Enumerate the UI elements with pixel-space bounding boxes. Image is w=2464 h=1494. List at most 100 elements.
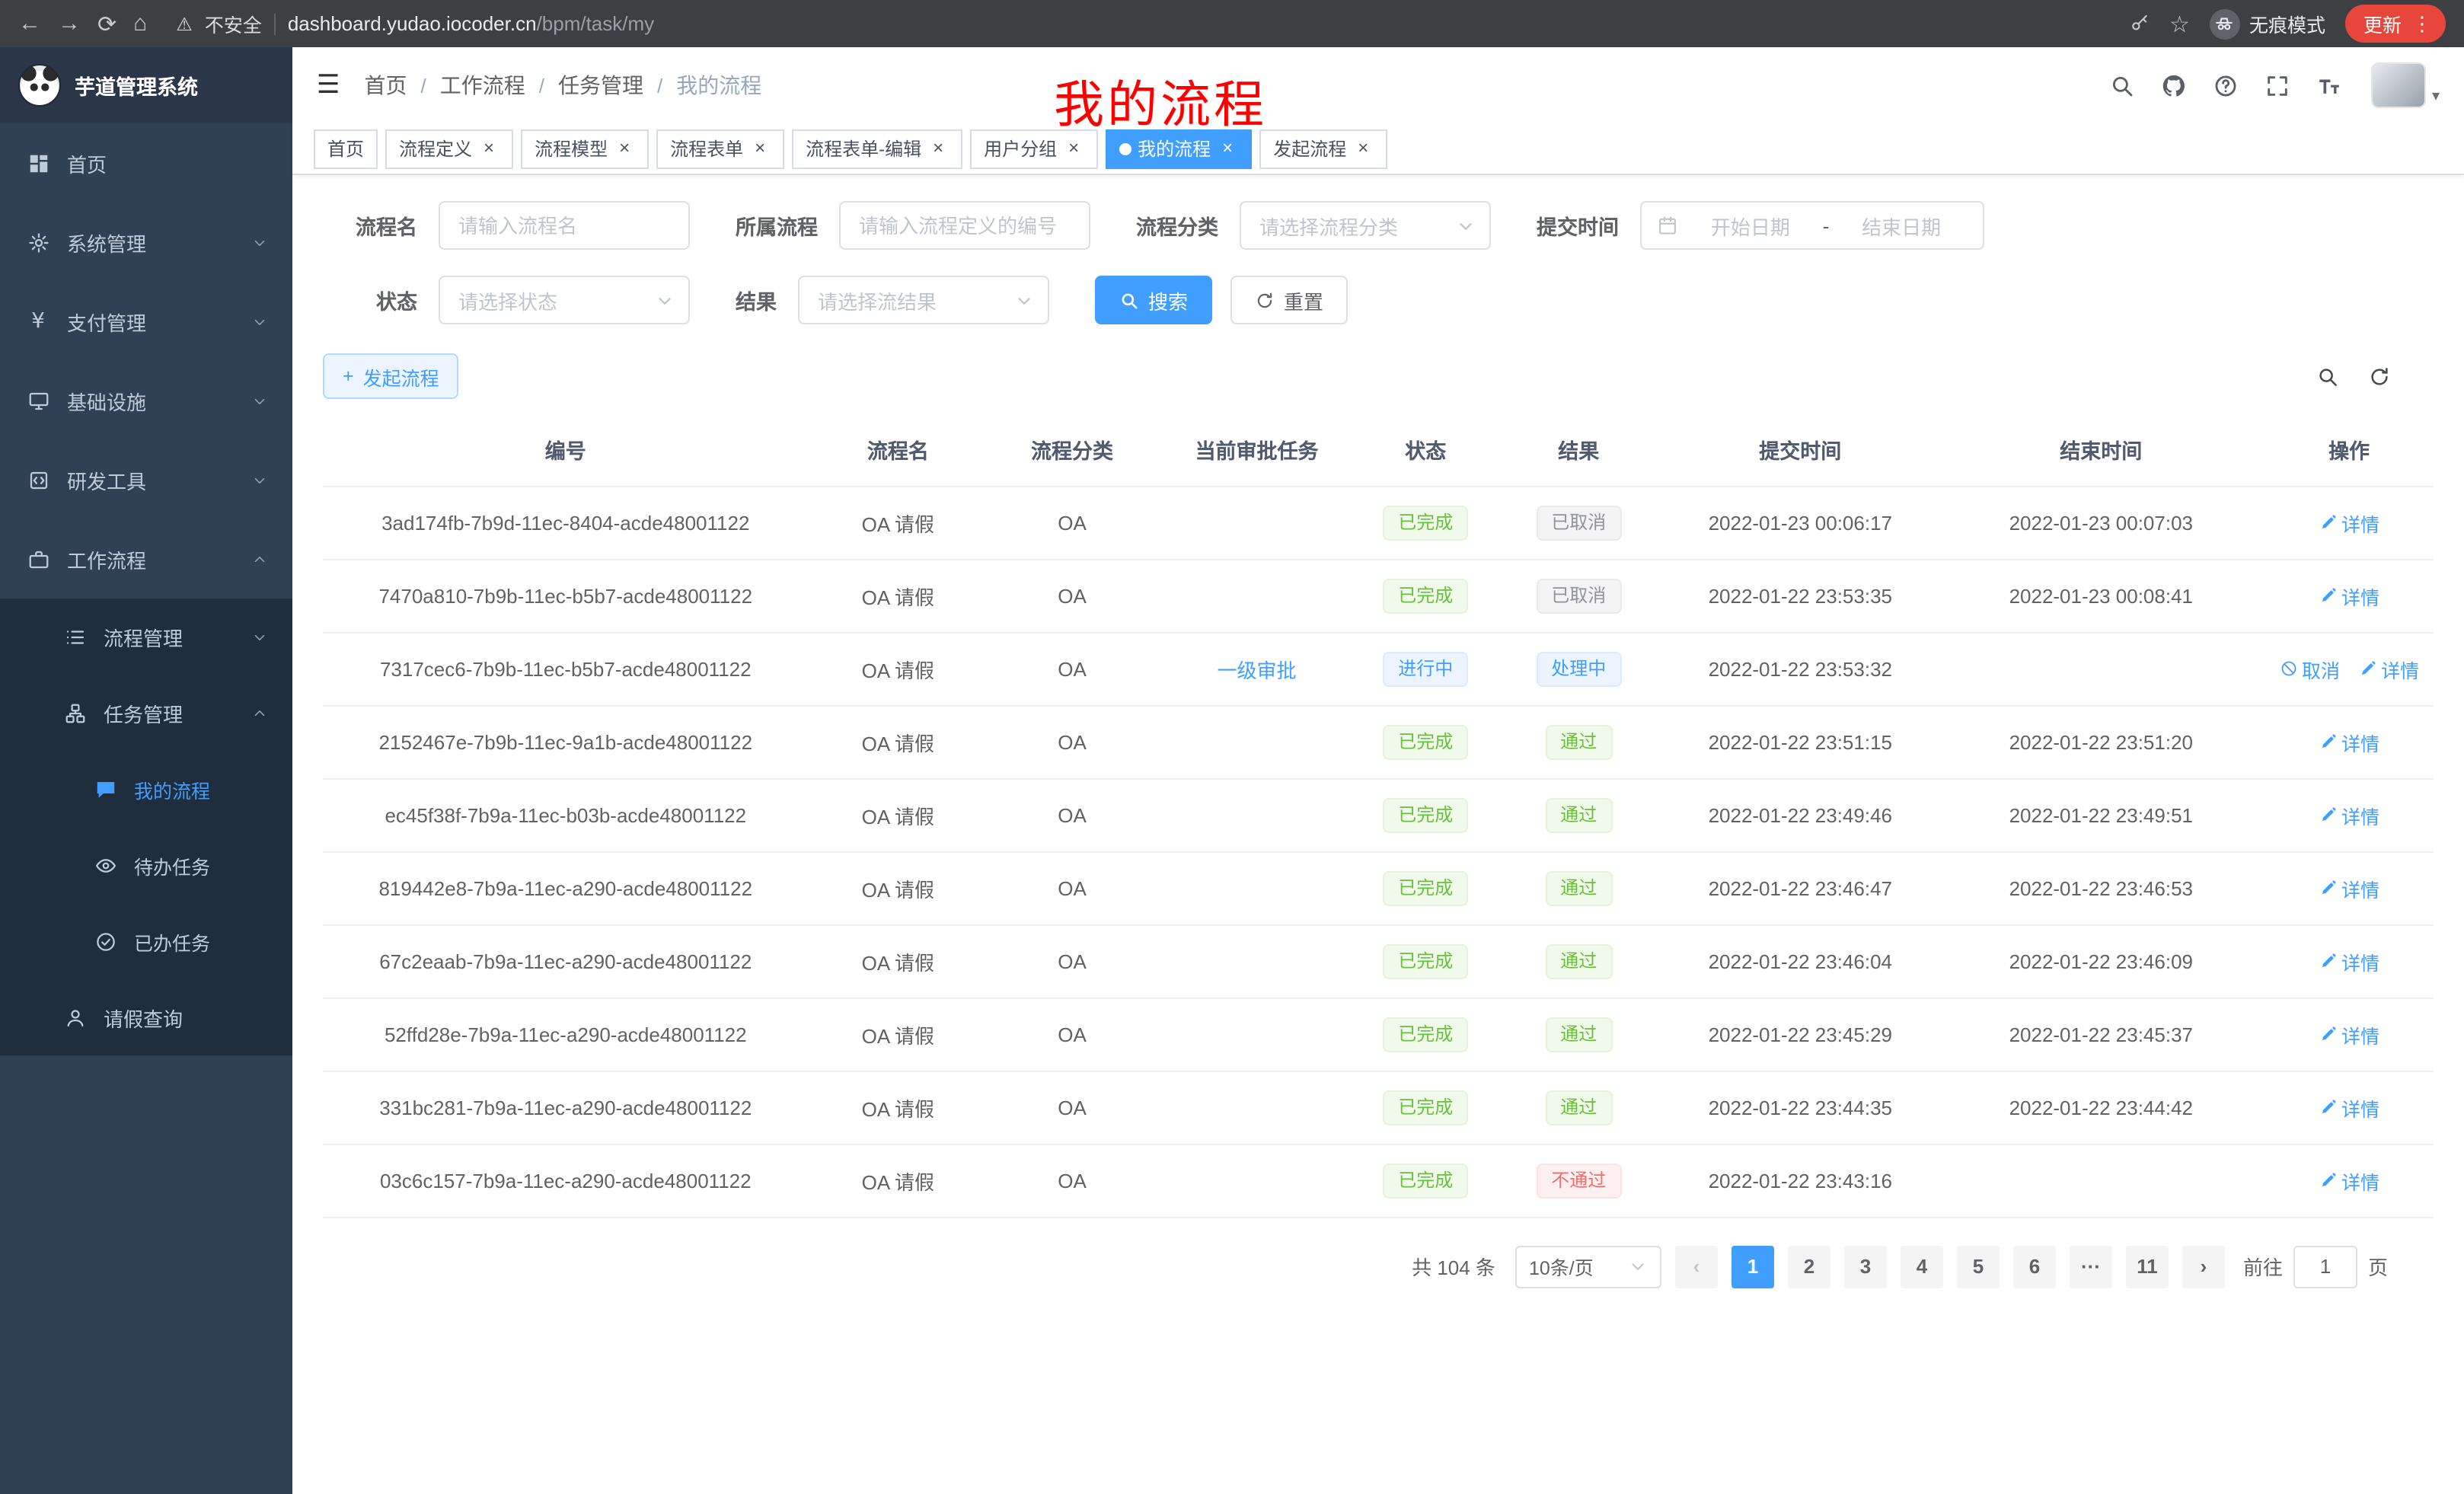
tab-0[interactable]: 首页: [314, 129, 378, 168]
fullscreen-icon[interactable]: [2265, 72, 2290, 98]
close-icon[interactable]: ×: [1217, 138, 1238, 159]
menu-dots-icon[interactable]: ⋮: [2412, 11, 2432, 36]
cell-submit-time: 2022-01-22 23:45:29: [1663, 998, 1937, 1071]
reset-button[interactable]: 重置: [1230, 276, 1348, 324]
tab-2[interactable]: 流程模型×: [521, 129, 649, 168]
sidebar-item-label: 流程管理: [104, 622, 236, 651]
detail-link[interactable]: 详情: [2358, 654, 2419, 683]
page-size-select[interactable]: 10条/页: [1515, 1245, 1661, 1288]
update-label: 更新: [2363, 9, 2402, 38]
close-icon[interactable]: ×: [927, 138, 949, 159]
star-icon[interactable]: ☆: [2169, 10, 2190, 37]
breadcrumb-item[interactable]: 工作流程: [440, 70, 525, 101]
detail-link[interactable]: 详情: [2319, 727, 2379, 756]
cell-category: OA: [988, 924, 1157, 998]
forward-icon[interactable]: →: [58, 11, 81, 37]
cell-status: 进行中: [1357, 632, 1494, 705]
cancel-link[interactable]: 取消: [2279, 654, 2340, 683]
search-icon[interactable]: [2109, 72, 2135, 98]
breadcrumb: 首页/工作流程/任务管理/我的流程: [365, 70, 762, 101]
detail-link[interactable]: 详情: [2319, 873, 2379, 902]
page-button-2[interactable]: 2: [1788, 1245, 1830, 1288]
cell-actions: 详情: [2265, 851, 2434, 924]
gear-icon: [24, 231, 52, 254]
sidebar-item-payment-management[interactable]: ¥支付管理: [0, 282, 292, 361]
detail-link[interactable]: 详情: [2319, 947, 2379, 975]
tab-1[interactable]: 流程定义×: [385, 129, 513, 168]
close-icon[interactable]: ×: [614, 138, 635, 159]
tab-7[interactable]: 发起流程×: [1259, 129, 1387, 168]
address-bar[interactable]: ⚠ 不安全 dashboard.yudao.iocoder.cn/bpm/tas…: [176, 9, 654, 38]
tab-5[interactable]: 用户分组×: [970, 129, 1098, 168]
detail-link[interactable]: 详情: [2319, 508, 2379, 537]
cell-result: 通过: [1494, 705, 1663, 778]
prev-page-button[interactable]: ‹: [1675, 1245, 1718, 1288]
close-icon[interactable]: ×: [749, 138, 771, 159]
column-header-5: 结果: [1494, 413, 1663, 486]
status-select[interactable]: 请选择状态: [439, 276, 690, 324]
page-button-3[interactable]: 3: [1844, 1245, 1887, 1288]
sidebar-item-my-process[interactable]: 我的流程: [0, 751, 292, 827]
create-process-button[interactable]: + 发起流程: [323, 353, 459, 399]
process-definition-input[interactable]: [839, 201, 1090, 250]
user-menu[interactable]: ▾: [2371, 62, 2440, 108]
logo[interactable]: 芋道管理系统: [0, 47, 292, 123]
cell-category: OA: [988, 778, 1157, 851]
detail-link[interactable]: 详情: [2319, 1020, 2379, 1049]
detail-link[interactable]: 详情: [2319, 1166, 2379, 1195]
avatar[interactable]: [2371, 62, 2426, 108]
cell-status: 已完成: [1357, 1144, 1494, 1217]
reload-icon[interactable]: ⟳: [97, 10, 116, 37]
sidebar-item-home[interactable]: 首页: [0, 123, 292, 203]
sidebar-item-process-management[interactable]: 流程管理: [0, 599, 292, 675]
sidebar-item-todo-task[interactable]: 待办任务: [0, 827, 292, 903]
breadcrumb-item[interactable]: 首页: [365, 70, 407, 101]
close-icon[interactable]: ×: [478, 138, 500, 159]
page-button-4[interactable]: 4: [1901, 1245, 1943, 1288]
sidebar-item-infrastructure[interactable]: 基础设施: [0, 361, 292, 440]
current-task-link[interactable]: 一级审批: [1218, 659, 1297, 682]
github-icon[interactable]: [2161, 72, 2187, 98]
refresh-table-icon[interactable]: [2368, 365, 2391, 388]
home-icon[interactable]: ⌂: [133, 11, 147, 37]
sidebar-item-dev-tools[interactable]: 研发工具: [0, 440, 292, 519]
more-pages-icon[interactable]: ···: [2070, 1245, 2112, 1288]
sidebar-item-system-management[interactable]: 系统管理: [0, 203, 292, 282]
tab-4[interactable]: 流程表单-编辑×: [792, 129, 962, 168]
page-button-6[interactable]: 6: [2013, 1245, 2056, 1288]
sidebar-item-label: 首页: [67, 148, 268, 177]
result-tag: 通过: [1545, 943, 1612, 978]
page-body: 芋道管理系统 首页系统管理¥支付管理基础设施研发工具工作流程流程管理任务管理我的…: [0, 47, 2464, 1494]
font-size-icon[interactable]: [2316, 72, 2342, 98]
sidebar-item-done-task[interactable]: 已办任务: [0, 903, 292, 979]
submit-time-range-picker[interactable]: 开始日期 - 结束日期: [1640, 201, 1984, 250]
back-icon[interactable]: ←: [18, 11, 41, 37]
update-button[interactable]: 更新 ⋮: [2345, 5, 2446, 43]
breadcrumb-item[interactable]: 任务管理: [558, 70, 643, 101]
page-button-11[interactable]: 11: [2126, 1245, 2169, 1288]
sidebar-item-workflow[interactable]: 工作流程: [0, 519, 292, 599]
tab-6[interactable]: 我的流程×: [1106, 129, 1252, 168]
goto-page-input[interactable]: [2293, 1245, 2357, 1288]
close-icon[interactable]: ×: [1063, 138, 1084, 159]
page-button-1[interactable]: 1: [1732, 1245, 1774, 1288]
detail-link[interactable]: 详情: [2319, 581, 2379, 610]
category-select[interactable]: 请选择流程分类: [1240, 201, 1491, 250]
detail-link[interactable]: 详情: [2319, 1093, 2379, 1122]
help-icon[interactable]: [2213, 72, 2239, 98]
search-button[interactable]: 搜索: [1095, 276, 1212, 324]
page-button-5[interactable]: 5: [1957, 1245, 2000, 1288]
sidebar-toggle-icon[interactable]: ☰: [317, 70, 340, 101]
sidebar-item-task-management[interactable]: 任务管理: [0, 675, 292, 751]
detail-link[interactable]: 详情: [2319, 800, 2379, 829]
close-icon[interactable]: ×: [1352, 138, 1374, 159]
key-icon[interactable]: [2128, 13, 2150, 34]
tab-3[interactable]: 流程表单×: [656, 129, 784, 168]
search-toggle-icon[interactable]: [2316, 365, 2339, 388]
process-name-input[interactable]: [439, 201, 690, 250]
next-page-button[interactable]: ›: [2182, 1245, 2225, 1288]
result-select[interactable]: 请选择流结果: [798, 276, 1049, 324]
action-label: 详情: [2341, 1093, 2379, 1122]
sidebar-item-leave-query[interactable]: 请假查询: [0, 979, 292, 1055]
cell-id: 3ad174fb-7b9d-11ec-8404-acde48001122: [323, 486, 809, 559]
